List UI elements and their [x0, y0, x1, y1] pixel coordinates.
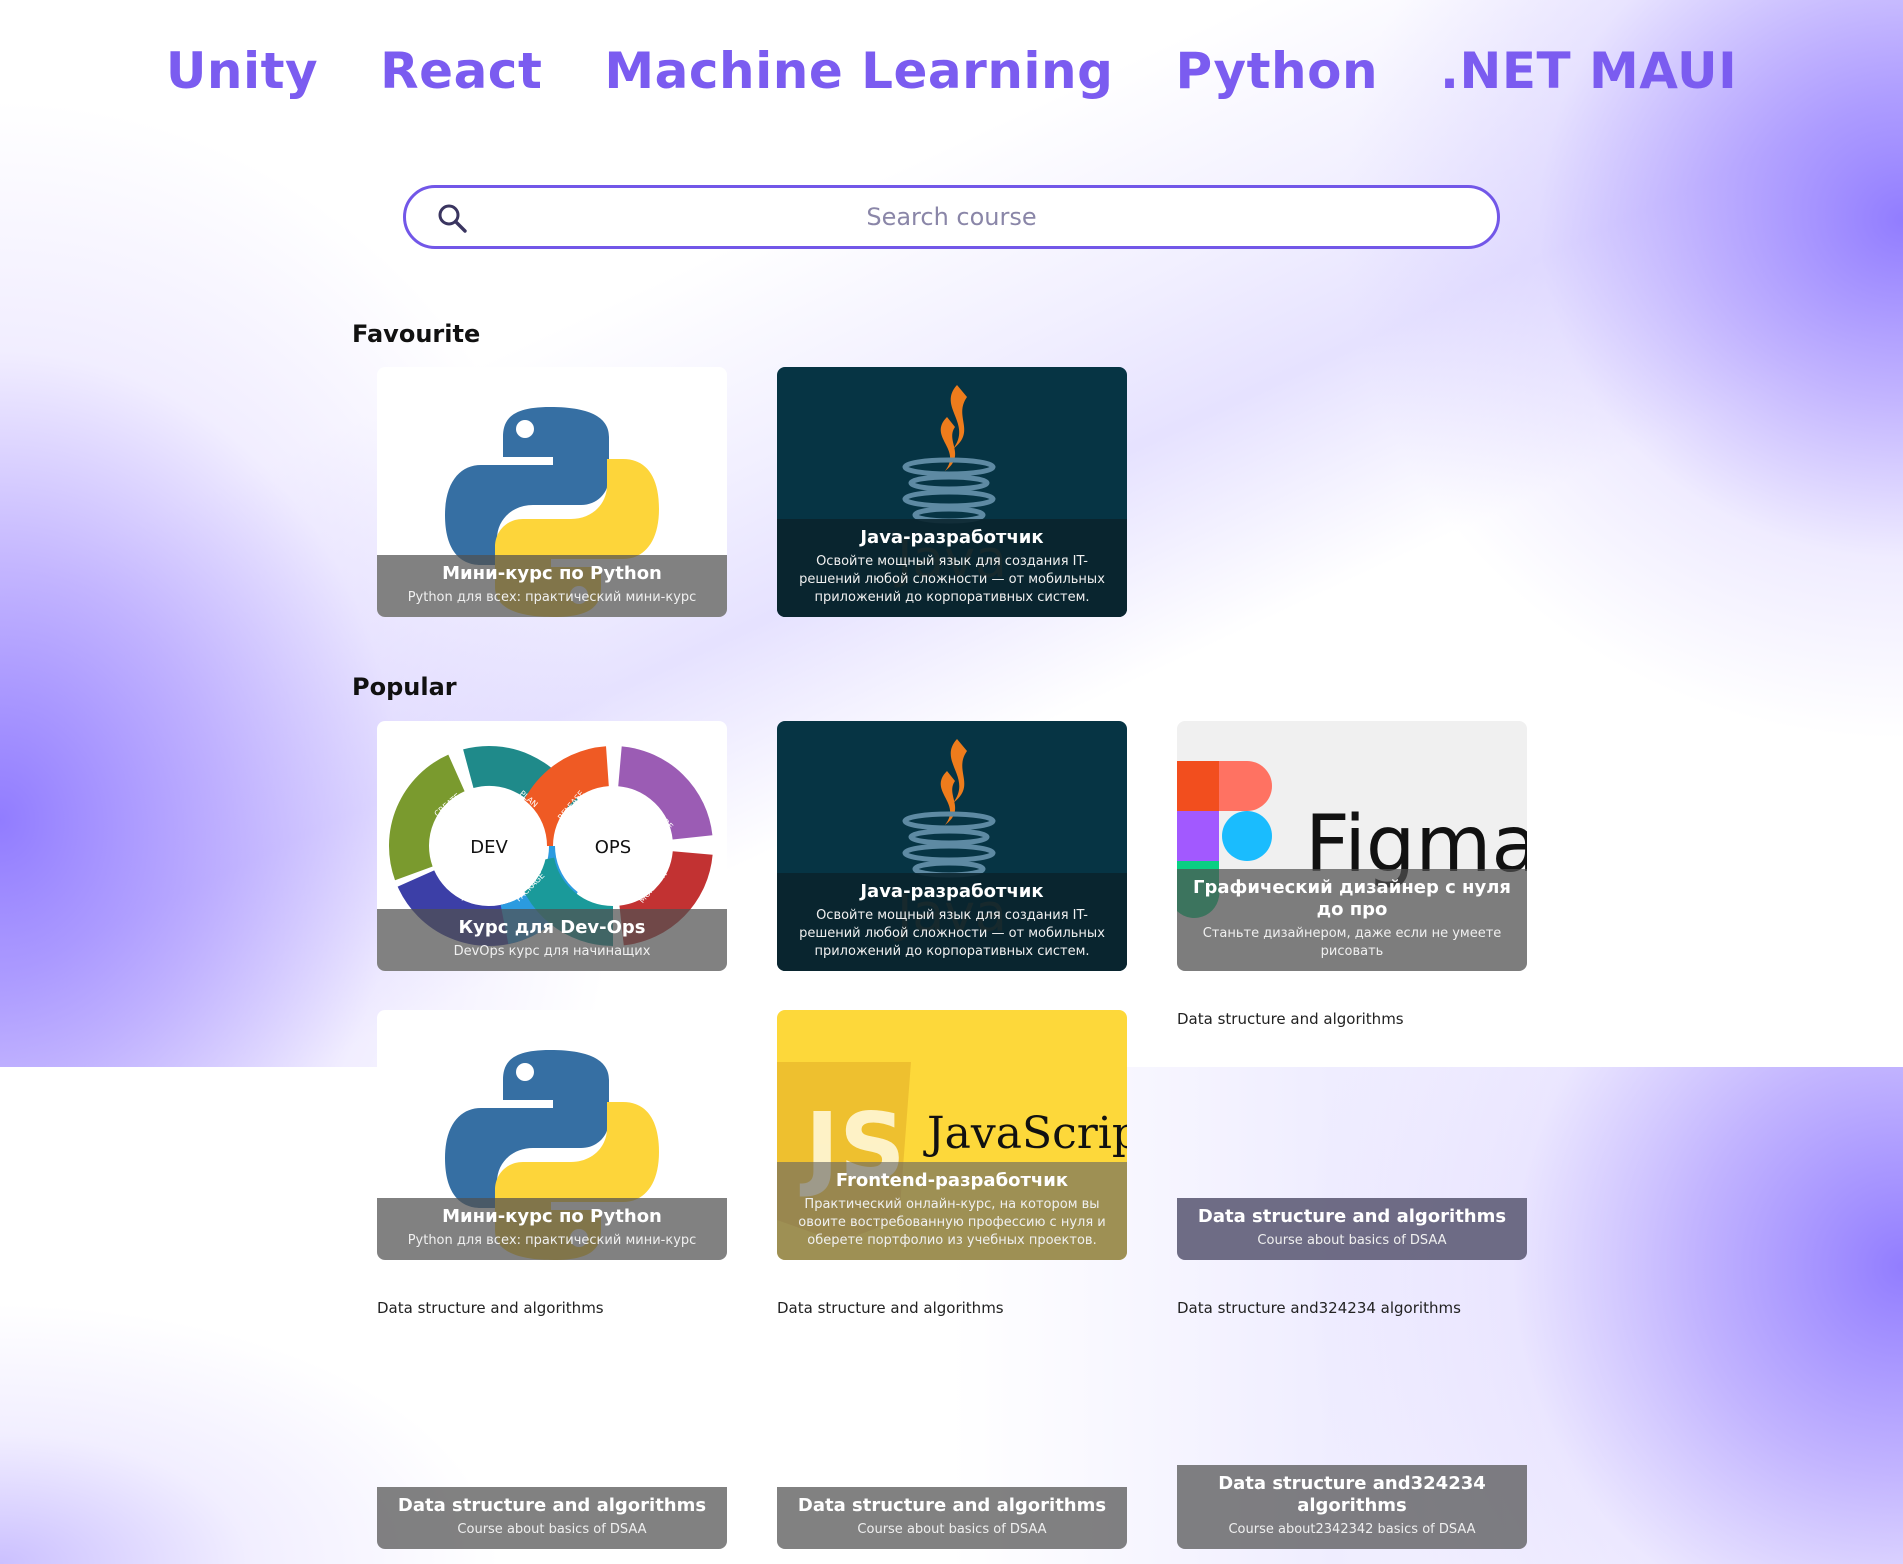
devops-dev-label: DEV — [470, 837, 508, 858]
course-card[interactable]: Мини-курс по Python Python для всех: пра… — [377, 1010, 727, 1260]
javascript-wordmark: JavaScript — [923, 1108, 1127, 1159]
course-card-info: Java-разработчик Освойте мощный язык для… — [777, 873, 1127, 971]
course-title: Data structure and algorithms — [397, 1495, 707, 1516]
broken-image-alt-text: Data structure and324234 algorithms — [1177, 1299, 1461, 1317]
course-card-info: Графический дизайнер с нуля до про Стань… — [1177, 869, 1527, 971]
devops-ops-label: OPS — [595, 837, 631, 858]
course-description: Освойте мощный язык для создания IT-реше… — [799, 908, 1105, 959]
broken-image-alt-text: Data structure and algorithms — [777, 1299, 1004, 1317]
course-description: Course about2342342 basics of DSAA — [1228, 1522, 1476, 1537]
course-description: DevOps курс для начинащих — [453, 944, 651, 959]
course-card-info: Data structure and algorithms Course abo… — [777, 1487, 1127, 1549]
broken-image-alt-text: Data structure and algorithms — [377, 1299, 604, 1317]
course-card[interactable]: Data structure and algorithms Data struc… — [777, 1299, 1127, 1549]
course-description: Course about basics of DSAA — [857, 1522, 1047, 1537]
course-card[interactable]: Java Java-разработчик Освойте мощный язы… — [777, 367, 1127, 617]
course-card[interactable]: Figma Графический дизайнер с нуля до про… — [1177, 721, 1527, 971]
course-description: Освойте мощный язык для создания IT-реше… — [799, 554, 1105, 605]
course-description: Станьте дизайнером, даже если не умеете … — [1202, 926, 1502, 959]
course-title: Мини-курс по Python — [442, 1206, 662, 1227]
section-title-popular: Popular — [352, 673, 457, 701]
nav-link-react[interactable]: React — [380, 36, 542, 106]
course-description: Практический онлайн-курс, на котором вы … — [798, 1197, 1106, 1248]
course-card-info: Мини-курс по Python Python для всех: пра… — [377, 555, 727, 617]
course-title: Data structure and algorithms — [797, 1495, 1107, 1516]
course-card[interactable]: Мини-курс по Python Python для всех: пра… — [377, 367, 727, 617]
course-title: Мини-курс по Python — [442, 563, 662, 584]
course-title: Frontend-разработчик — [835, 1170, 1069, 1191]
course-card[interactable]: Data structure and algorithms Data struc… — [377, 1299, 727, 1549]
course-title: Java-разработчик — [860, 527, 1044, 548]
nav-link-dotnet-maui[interactable]: .NET MAUI — [1440, 36, 1737, 106]
course-title: Курс для Dev-Ops — [458, 917, 646, 938]
course-card-info: Frontend-разработчик Практический онлайн… — [777, 1162, 1127, 1260]
search-icon[interactable] — [436, 202, 468, 234]
course-title: Java-разработчик — [860, 881, 1044, 902]
course-category-nav: Unity React Machine Learning Python .NET… — [0, 36, 1903, 106]
course-description: Course about basics of DSAA — [1257, 1233, 1447, 1248]
course-card-info: Data structure and324234 algorithms Cour… — [1177, 1465, 1527, 1549]
course-description: Python для всех: практический мини-курс — [407, 590, 697, 605]
search-bar — [403, 185, 1500, 249]
course-card[interactable]: Java Java-разработчик Освойте мощный язы… — [777, 721, 1127, 971]
course-card[interactable]: Data structure and324234 algorithms Data… — [1177, 1299, 1527, 1549]
broken-image-alt-text: Data structure and algorithms — [1177, 1010, 1404, 1028]
course-card[interactable]: JS JavaScript Frontend-разработчик Практ… — [777, 1010, 1127, 1260]
course-card[interactable]: Data structure and algorithms Data struc… — [1177, 1010, 1527, 1260]
nav-link-python[interactable]: Python — [1175, 36, 1378, 106]
course-card[interactable]: DEV OPS CREATE PLAN RELEASE CONFIGURE VE… — [377, 721, 727, 971]
course-card-info: Мини-курс по Python Python для всех: пра… — [377, 1198, 727, 1260]
nav-link-unity[interactable]: Unity — [166, 36, 318, 106]
course-card-info: Data structure and algorithms Course abo… — [1177, 1198, 1527, 1260]
course-title: Data structure and324234 algorithms — [1218, 1473, 1486, 1516]
course-card-info: Data structure and algorithms Course abo… — [377, 1487, 727, 1549]
course-description: Python для всех: практический мини-курс — [407, 1233, 697, 1248]
course-card-info: Курс для Dev-Ops DevOps курс для начинащ… — [377, 909, 727, 971]
course-description: Course about basics of DSAA — [457, 1522, 647, 1537]
course-title: Графический дизайнер с нуля до про — [1193, 877, 1511, 920]
section-title-favourite: Favourite — [352, 320, 481, 348]
course-card-info: Java-разработчик Освойте мощный язык для… — [777, 519, 1127, 617]
search-input[interactable] — [406, 188, 1497, 246]
nav-link-machine-learning[interactable]: Machine Learning — [604, 36, 1113, 106]
course-title: Data structure and algorithms — [1197, 1206, 1507, 1227]
